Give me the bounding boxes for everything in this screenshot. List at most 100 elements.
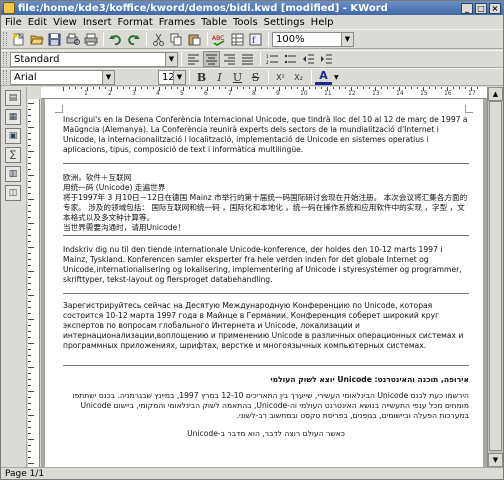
decrease-indent-icon[interactable] <box>300 51 317 67</box>
ruler-tick <box>28 397 31 398</box>
align-left-icon[interactable] <box>185 51 202 67</box>
menu-tools[interactable]: Tools <box>233 17 258 28</box>
create-picture-frame-tool-icon[interactable]: ▣ <box>5 128 21 144</box>
strikeout-button[interactable]: S <box>247 69 264 85</box>
scroll-down-button[interactable]: ▼ <box>488 453 503 467</box>
ruler-tick <box>345 87 346 89</box>
ruler-tick <box>28 151 34 152</box>
save-icon[interactable] <box>46 31 63 47</box>
create-part-tool-icon[interactable]: ◫ <box>5 185 21 201</box>
chevron-down-icon[interactable]: ▼ <box>165 52 177 66</box>
paste-icon[interactable] <box>186 31 203 47</box>
style-select[interactable]: Standard ▼ <box>10 51 178 67</box>
superscript-button[interactable]: X² <box>272 69 289 85</box>
vertical-ruler[interactable] <box>28 99 40 467</box>
underline-button[interactable]: U <box>229 69 246 85</box>
ruler-number: 14 <box>396 90 404 97</box>
menu-insert[interactable]: Insert <box>83 17 112 28</box>
text-hebrew-title[interactable]: אירופה, תוכנה והאינטרנט: Unicode יוצא לש… <box>63 375 469 385</box>
bold-button[interactable]: B <box>193 69 210 85</box>
align-justify-icon[interactable] <box>239 51 256 67</box>
menu-frames[interactable]: Frames <box>159 17 195 28</box>
insert-formula-icon[interactable]: f <box>247 31 264 47</box>
menu-format[interactable]: Format <box>118 17 153 28</box>
ruler-tick <box>28 223 34 224</box>
chevron-down-icon[interactable]: ▼ <box>173 70 185 84</box>
font-size-select[interactable]: 12 ▼ <box>158 69 186 85</box>
align-center-icon[interactable] <box>203 51 220 67</box>
ruler-tick <box>291 87 292 89</box>
ruler-tick <box>28 229 31 230</box>
ruler-number: 9 <box>276 90 280 97</box>
create-table-tool-icon[interactable]: ▥ <box>5 166 21 182</box>
menu-view[interactable]: View <box>53 17 77 28</box>
subscript-button[interactable]: X₂ <box>290 69 307 85</box>
toolbar-separator <box>189 70 190 84</box>
ruler-tick <box>28 379 31 380</box>
undo-icon[interactable] <box>107 31 124 47</box>
chevron-down-icon[interactable]: ▼ <box>102 70 114 84</box>
create-text-frame-tool-icon[interactable]: ▦ <box>5 109 21 125</box>
edit-text-tool-icon[interactable]: ▤ <box>5 90 21 106</box>
ruler-tick <box>411 87 412 89</box>
text-chinese[interactable]: 欧洲，软件＋互联网 用统一码 (Unicode) 走遍世界 将于1997年 3 … <box>63 173 469 233</box>
ruler-tick <box>28 313 31 314</box>
ruler-tick <box>423 87 424 91</box>
toolbar-grip[interactable] <box>3 52 7 66</box>
bullet-list-icon[interactable] <box>282 51 299 67</box>
numbered-list-icon[interactable]: 12 <box>264 51 281 67</box>
vertical-scrollbar[interactable]: ▲ ▼ <box>487 87 503 467</box>
scrollbar-thumb[interactable] <box>489 101 502 451</box>
ruler-tick <box>28 457 31 458</box>
print-preview-icon[interactable] <box>64 31 81 47</box>
italic-button[interactable]: I <box>211 69 228 85</box>
redo-icon[interactable] <box>125 31 142 47</box>
ruler-tick <box>28 127 34 128</box>
font-family-select[interactable]: Arial ▼ <box>10 69 115 85</box>
paragraph-toolbar: Standard ▼ 12 <box>1 50 503 68</box>
toolbar-grip[interactable] <box>3 70 7 84</box>
cut-icon[interactable] <box>150 31 167 47</box>
document-page[interactable]: Inscrigui's en la Desena Conferència Int… <box>45 99 483 467</box>
text-color-button[interactable]: A <box>315 69 332 85</box>
menu-help[interactable]: Help <box>311 17 334 28</box>
ruler-tick <box>87 87 88 91</box>
spellcheck-icon[interactable]: ABC <box>211 31 228 47</box>
minimize-button[interactable]: _ <box>461 2 473 14</box>
align-right-icon[interactable] <box>221 51 238 67</box>
kword-app-icon[interactable] <box>3 2 15 14</box>
chevron-down-icon[interactable]: ▼ <box>334 74 339 81</box>
menu-settings[interactable]: Settings <box>264 17 305 28</box>
menu-file[interactable]: File <box>5 17 22 28</box>
horizontal-ruler[interactable]: 1 2 3 4 5 6 7 8 9 10 11 12 13 14 15 16 17 <box>41 87 487 99</box>
ruler-tick <box>28 319 34 320</box>
ruler-number: 15 <box>420 90 428 97</box>
close-button[interactable]: × <box>489 2 501 14</box>
text-hebrew-body[interactable]: הירשמו כעת לכנס Unicode הבינלאומי העשירי… <box>63 391 469 421</box>
document-canvas[interactable]: Inscrigui's en la Desena Conferència Int… <box>41 99 487 467</box>
ruler-tick <box>243 87 244 89</box>
menu-edit[interactable]: Edit <box>28 17 47 28</box>
text-danish[interactable]: Indskriv dig nu til den tiende internati… <box>63 245 469 285</box>
ruler-tick <box>399 87 400 91</box>
text-hebrew-footer[interactable]: כאשר העולם רוצה לדבר, הוא מדבר ב-Unicode <box>63 429 469 439</box>
open-folder-icon[interactable] <box>28 31 45 47</box>
menu-table[interactable]: Table <box>201 17 227 28</box>
maximize-button[interactable]: □ <box>475 2 487 14</box>
text-catalan[interactable]: Inscrigui's en la Desena Conferència Int… <box>63 115 469 155</box>
scroll-up-button[interactable]: ▲ <box>488 87 503 101</box>
toolbar-grip[interactable] <box>3 32 7 46</box>
insert-table-icon[interactable] <box>229 31 246 47</box>
copy-icon[interactable] <box>168 31 185 47</box>
create-formula-frame-tool-icon[interactable]: ∑ <box>5 147 21 163</box>
print-icon[interactable] <box>82 31 99 47</box>
ruler-tick <box>111 87 112 91</box>
title-bar[interactable]: file:/home/kde3/koffice/kword/demos/bidi… <box>1 1 503 15</box>
ruler-tick <box>297 87 298 89</box>
new-document-icon[interactable] <box>10 31 27 47</box>
zoom-select[interactable]: 100% ▼ <box>272 31 354 47</box>
chevron-down-icon[interactable]: ▼ <box>341 32 353 46</box>
increase-indent-icon[interactable] <box>318 51 335 67</box>
ruler-tick <box>201 87 202 89</box>
text-russian[interactable]: Зарегистрируйтесь сейчас на Десятую Межд… <box>63 301 469 351</box>
